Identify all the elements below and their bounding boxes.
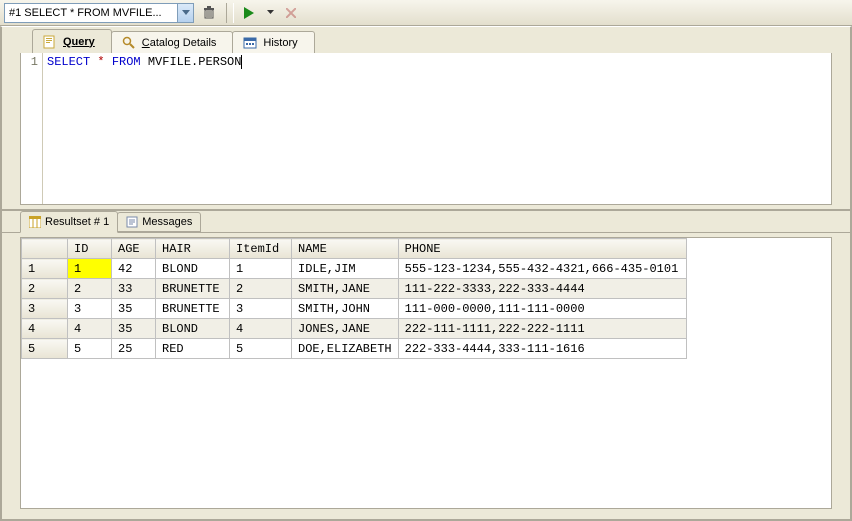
upper-tab-bar: Query Catalog Details History (2, 27, 850, 53)
lower-tab-bar: Resultset # 1 Messages (2, 211, 850, 233)
cell-name[interactable]: JONES,JANE (292, 319, 399, 339)
cell-age[interactable]: 42 (112, 259, 156, 279)
cell-hair[interactable]: BRUNETTE (156, 299, 230, 319)
cell-hair[interactable]: BRUNETTE (156, 279, 230, 299)
main-panel: Query Catalog Details History 1 SELECT *… (0, 26, 852, 521)
query-history-combo[interactable]: #1 SELECT * FROM MVFILE... (4, 3, 194, 23)
result-grid[interactable]: ID AGE HAIR ItemId NAME PHONE 1142BLOND1… (21, 238, 687, 359)
col-phone[interactable]: PHONE (398, 239, 686, 259)
cell-name[interactable]: SMITH,JOHN (292, 299, 399, 319)
cell-name[interactable]: SMITH,JANE (292, 279, 399, 299)
run-button[interactable] (238, 2, 260, 24)
cell-name[interactable]: DOE,ELIZABETH (292, 339, 399, 359)
keyword-from: FROM (112, 55, 141, 69)
cell-phone[interactable]: 222-111-1111,222-222-1111 (398, 319, 686, 339)
run-dropdown[interactable] (264, 2, 276, 24)
query-icon (43, 35, 57, 49)
catalog-icon (122, 36, 136, 50)
cell-itemid[interactable]: 2 (230, 279, 292, 299)
row-header[interactable]: 3 (22, 299, 68, 319)
corner-cell[interactable] (22, 239, 68, 259)
editor-content[interactable]: SELECT * FROM MVFILE.PERSON (43, 53, 831, 204)
col-age[interactable]: AGE (112, 239, 156, 259)
star-token: * (97, 55, 104, 69)
cell-hair[interactable]: BLOND (156, 259, 230, 279)
cell-id[interactable]: 1 (68, 259, 112, 279)
keyword-select: SELECT (47, 55, 90, 69)
col-id[interactable]: ID (68, 239, 112, 259)
stop-icon (286, 8, 296, 18)
table-ident: MVFILE.PERSON (148, 55, 242, 69)
tab-messages-label: Messages (142, 216, 192, 228)
cell-id[interactable]: 4 (68, 319, 112, 339)
table-row[interactable]: 4435BLOND4JONES,JANE222-111-1111,222-222… (22, 319, 687, 339)
cell-age[interactable]: 33 (112, 279, 156, 299)
text-caret (241, 55, 242, 69)
row-header[interactable]: 5 (22, 339, 68, 359)
chevron-down-icon[interactable] (177, 4, 193, 22)
resultset-icon (29, 216, 41, 228)
tab-history[interactable]: History (232, 31, 314, 53)
combo-text: #1 SELECT * FROM MVFILE... (5, 7, 177, 19)
cell-age[interactable]: 35 (112, 299, 156, 319)
cell-age[interactable]: 25 (112, 339, 156, 359)
row-header[interactable]: 2 (22, 279, 68, 299)
toolbar-separator (226, 3, 227, 23)
table-row[interactable]: 1142BLOND1IDLE,JIM555-123-1234,555-432-4… (22, 259, 687, 279)
cell-age[interactable]: 35 (112, 319, 156, 339)
cell-id[interactable]: 5 (68, 339, 112, 359)
col-name[interactable]: NAME (292, 239, 399, 259)
cell-hair[interactable]: BLOND (156, 319, 230, 339)
results-panel: Resultset # 1 Messages ID AGE HAIR (2, 209, 850, 519)
cell-id[interactable]: 3 (68, 299, 112, 319)
tab-resultset[interactable]: Resultset # 1 (20, 211, 118, 233)
line-gutter: 1 (21, 53, 43, 204)
result-grid-wrap[interactable]: ID AGE HAIR ItemId NAME PHONE 1142BLOND1… (20, 237, 832, 509)
top-toolbar: #1 SELECT * FROM MVFILE... (0, 0, 852, 26)
cell-phone[interactable]: 111-000-0000,111-111-0000 (398, 299, 686, 319)
trash-icon (202, 6, 216, 20)
play-icon (244, 7, 254, 19)
cell-itemid[interactable]: 4 (230, 319, 292, 339)
cell-itemid[interactable]: 3 (230, 299, 292, 319)
tab-history-label: History (263, 37, 297, 49)
tab-resultset-label: Resultset # 1 (45, 216, 109, 228)
chevron-down-icon (267, 10, 274, 15)
col-itemid[interactable]: ItemId (230, 239, 292, 259)
cell-hair[interactable]: RED (156, 339, 230, 359)
table-row[interactable]: 3335BRUNETTE3SMITH,JOHN111-000-0000,111-… (22, 299, 687, 319)
col-hair[interactable]: HAIR (156, 239, 230, 259)
tab-catalog-label: Catalog Details (142, 37, 217, 49)
cell-phone[interactable]: 111-222-3333,222-333-4444 (398, 279, 686, 299)
line-number: 1 (21, 55, 38, 69)
cell-phone[interactable]: 222-333-4444,333-111-1616 (398, 339, 686, 359)
messages-icon (126, 216, 138, 228)
cell-itemid[interactable]: 5 (230, 339, 292, 359)
header-row: ID AGE HAIR ItemId NAME PHONE (22, 239, 687, 259)
row-header[interactable]: 4 (22, 319, 68, 339)
cell-id[interactable]: 2 (68, 279, 112, 299)
tab-catalog-details[interactable]: Catalog Details (111, 31, 234, 53)
sql-editor[interactable]: 1 SELECT * FROM MVFILE.PERSON (20, 53, 832, 205)
tab-query[interactable]: Query (32, 29, 112, 53)
cell-name[interactable]: IDLE,JIM (292, 259, 399, 279)
history-icon (243, 36, 257, 50)
tab-messages[interactable]: Messages (117, 212, 201, 232)
app-root: #1 SELECT * FROM MVFILE... (0, 0, 852, 521)
tab-query-label: Query (63, 36, 95, 48)
cell-phone[interactable]: 555-123-1234,555-432-4321,666-435-0101 (398, 259, 686, 279)
stop-button (280, 2, 302, 24)
delete-button[interactable] (198, 2, 220, 24)
cell-itemid[interactable]: 1 (230, 259, 292, 279)
table-row[interactable]: 5525RED5DOE,ELIZABETH222-333-4444,333-11… (22, 339, 687, 359)
row-header[interactable]: 1 (22, 259, 68, 279)
table-row[interactable]: 2233BRUNETTE2SMITH,JANE111-222-3333,222-… (22, 279, 687, 299)
